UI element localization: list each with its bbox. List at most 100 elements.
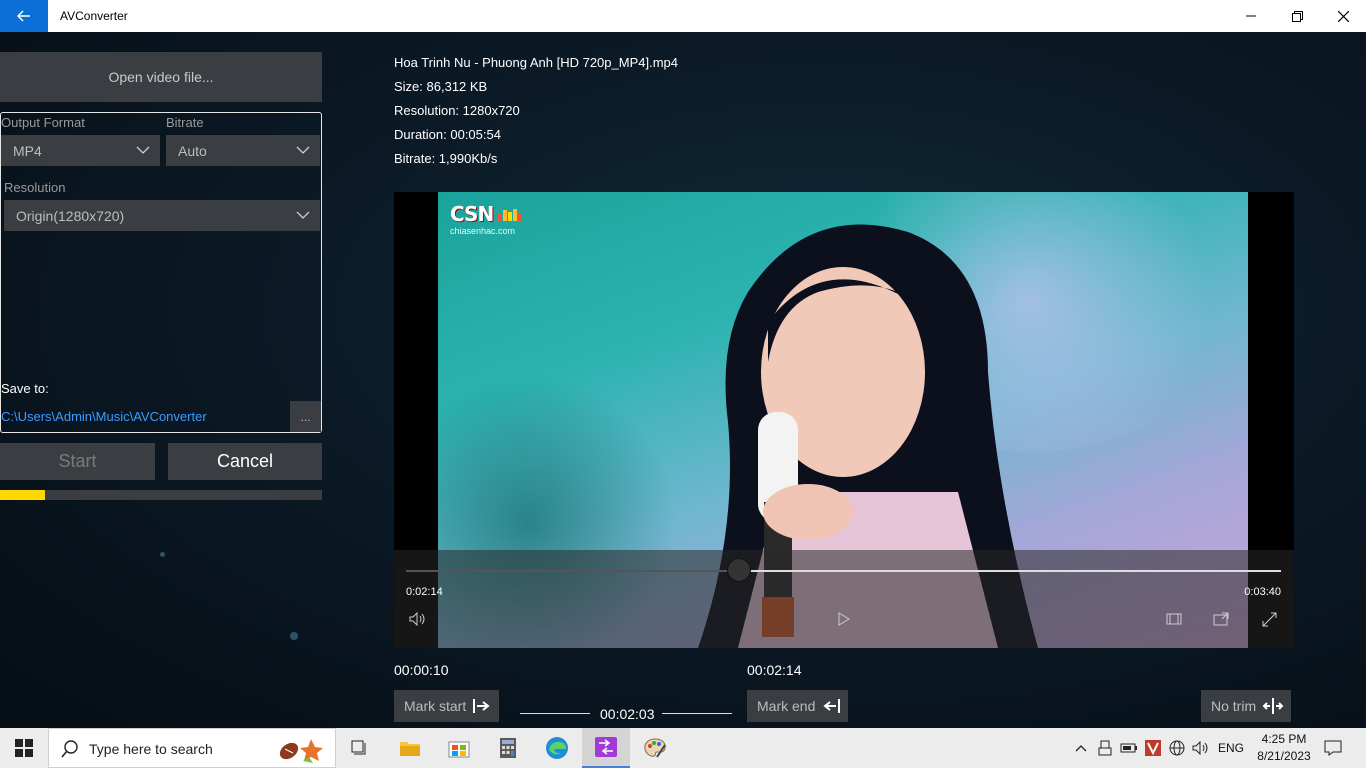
notification-icon [1324, 740, 1342, 756]
taskbar: Type here to search ENG 4:25 PM 8/21/202… [0, 728, 1366, 768]
tray-network[interactable] [1167, 738, 1187, 758]
end-time: 0:03:40 [1244, 586, 1281, 598]
browse-folder-button[interactable]: ... [290, 401, 321, 432]
search-placeholder: Type here to search [89, 741, 213, 757]
task-view-icon [351, 740, 366, 755]
system-clock[interactable]: 4:25 PM 8/21/2023 [1252, 731, 1316, 765]
mark-end-label: Mark end [757, 698, 816, 714]
resolution-dropdown[interactable]: Origin(1280x720) [4, 200, 320, 231]
trim-start-time: 00:00:10 [394, 662, 449, 678]
windows-logo-icon [15, 739, 33, 757]
file-size: Size: 86,312 KB [394, 79, 488, 94]
duration-line-left [520, 713, 590, 714]
background-decoration [290, 632, 298, 640]
clock-date: 8/21/2023 [1257, 749, 1311, 763]
file-duration: Duration: 00:05:54 [394, 127, 501, 142]
resolution-label: Resolution [4, 180, 66, 195]
play-icon[interactable] [838, 612, 850, 626]
no-trim-button[interactable]: No trim [1201, 690, 1291, 722]
trim-end-time: 00:02:14 [747, 662, 802, 678]
file-bitrate: Bitrate: 1,990Kb/s [394, 151, 498, 166]
chevron-up-icon [1075, 745, 1087, 752]
taskbar-avconverter[interactable] [582, 728, 630, 768]
mark-end-button[interactable]: Mark end [747, 690, 848, 722]
trim-duration: 00:02:03 [600, 706, 655, 722]
volume-icon[interactable] [409, 612, 427, 626]
minimize-button[interactable] [1228, 0, 1274, 32]
search-icon [61, 740, 78, 758]
start-button[interactable]: Start [0, 443, 155, 480]
speaker-icon [1192, 741, 1208, 755]
title-bar: AVConverter [0, 0, 1366, 32]
notifications-button[interactable] [1323, 738, 1343, 758]
cast-icon[interactable] [1213, 612, 1229, 626]
bitrate-value: Auto [178, 142, 207, 159]
mark-end-icon [823, 699, 841, 713]
mark-start-button[interactable]: Mark start [394, 690, 499, 722]
tray-volume[interactable] [1191, 738, 1211, 758]
chevron-down-icon [296, 211, 310, 219]
settings-panel: Output Format Bitrate MP4 Auto Resolutio… [0, 112, 322, 433]
file-name: Hoa Trinh Nu - Phuong Anh [HD 720p_MP4].… [394, 55, 678, 70]
channel-logo: CSN chiasenhac.com [450, 202, 524, 236]
tray-battery[interactable] [1119, 738, 1139, 758]
restore-button[interactable] [1274, 0, 1320, 32]
resolution-value: Origin(1280x720) [16, 207, 125, 224]
output-format-value: MP4 [13, 142, 42, 159]
close-button[interactable] [1320, 0, 1366, 32]
arrow-left-icon [17, 10, 30, 22]
clock-time: 4:25 PM [1261, 732, 1307, 746]
taskbar-paint[interactable] [631, 728, 679, 768]
minimize-icon [1246, 15, 1256, 17]
logo-subtext: chiasenhac.com [450, 226, 516, 236]
battery-icon [1120, 743, 1137, 753]
taskbar-store[interactable] [435, 728, 483, 768]
mark-start-label: Mark start [404, 698, 467, 714]
save-path-link[interactable]: C:\Users\Admin\Music\AVConverter [1, 409, 207, 424]
aspect-ratio-icon[interactable] [1166, 612, 1182, 626]
no-trim-label: No trim [1211, 698, 1257, 714]
progress-fill [0, 490, 46, 500]
conversion-progress-bar [0, 490, 322, 500]
window-title: AVConverter [60, 9, 128, 23]
seek-played [406, 570, 739, 572]
store-icon [448, 741, 470, 758]
no-trim-icon [1262, 698, 1284, 714]
taskbar-search-box[interactable]: Type here to search [48, 728, 336, 768]
app-window: Open video file... Output Format Bitrate… [0, 32, 1366, 728]
cancel-button[interactable]: Cancel [168, 443, 322, 480]
tray-vivaldi[interactable] [1143, 738, 1163, 758]
taskbar-edge[interactable] [533, 728, 581, 768]
taskbar-calculator[interactable] [484, 728, 532, 768]
chevron-down-icon [136, 146, 150, 154]
chevron-down-icon [296, 146, 310, 154]
back-button[interactable] [0, 0, 48, 32]
language-indicator[interactable]: ENG [1218, 738, 1244, 758]
search-highlight-icon [279, 739, 323, 763]
edge-icon [546, 737, 568, 759]
windows-start-button[interactable] [0, 728, 48, 768]
tray-usb[interactable] [1095, 738, 1115, 758]
player-controls: 0:02:14 0:03:40 [394, 550, 1294, 648]
usb-device-icon [1098, 740, 1112, 756]
task-view-button[interactable] [336, 728, 384, 768]
output-format-dropdown[interactable]: MP4 [1, 135, 160, 166]
close-icon [1337, 10, 1349, 22]
current-time: 0:02:14 [406, 586, 443, 598]
paint-palette-icon [644, 738, 666, 758]
fullscreen-icon[interactable] [1262, 612, 1277, 627]
open-video-button[interactable]: Open video file... [0, 52, 322, 102]
logo-text: CSN [450, 202, 494, 226]
mark-start-icon [473, 699, 490, 713]
restore-icon [1291, 10, 1303, 22]
show-hidden-icons-button[interactable] [1071, 738, 1091, 758]
video-player[interactable]: CSN chiasenhac.com 0:02:14 0:03:40 [394, 192, 1294, 648]
seek-bar[interactable] [406, 558, 1281, 582]
bitrate-dropdown[interactable]: Auto [166, 135, 320, 166]
output-format-label: Output Format [1, 115, 85, 130]
calculator-icon [500, 738, 516, 758]
taskbar-file-explorer[interactable] [386, 728, 434, 768]
globe-network-icon [1169, 740, 1185, 756]
avconverter-app-icon [595, 737, 617, 757]
seek-thumb[interactable] [726, 558, 751, 582]
